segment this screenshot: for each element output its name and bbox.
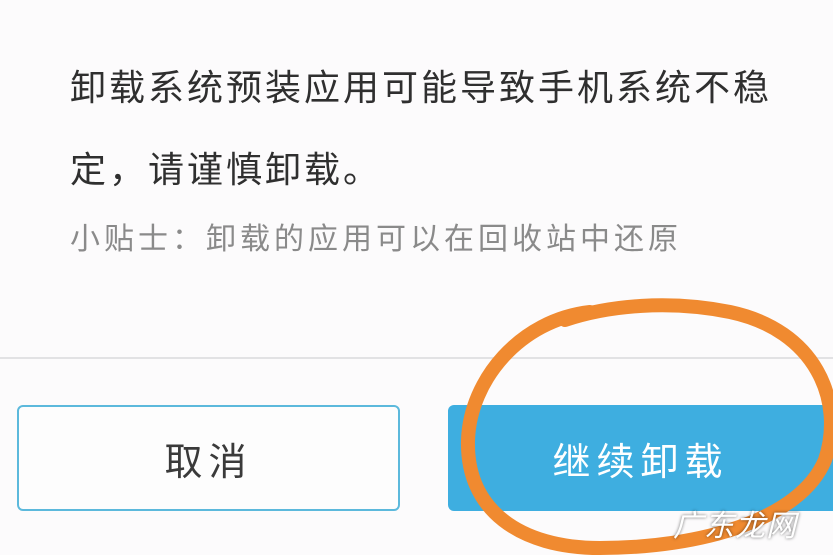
dialog-tip: 小贴士：卸载的应用可以在回收站中还原 xyxy=(70,222,682,257)
dialog-message: 卸载系统预装应用可能导致手机系统不稳定，请谨慎卸载。 xyxy=(70,68,773,191)
continue-uninstall-button-label: 继续卸载 xyxy=(552,439,729,484)
watermark-text: 广东龙网 xyxy=(673,509,797,544)
cancel-button[interactable]: 取消 xyxy=(17,405,400,511)
uninstall-dialog: 卸载系统预装应用可能导致手机系统不稳定，请谨慎卸载。 小贴士：卸载的应用可以在回… xyxy=(0,0,833,555)
cancel-button-label: 取消 xyxy=(164,439,253,484)
dialog-divider xyxy=(0,357,833,359)
continue-uninstall-button[interactable]: 继续卸载 xyxy=(448,405,833,511)
